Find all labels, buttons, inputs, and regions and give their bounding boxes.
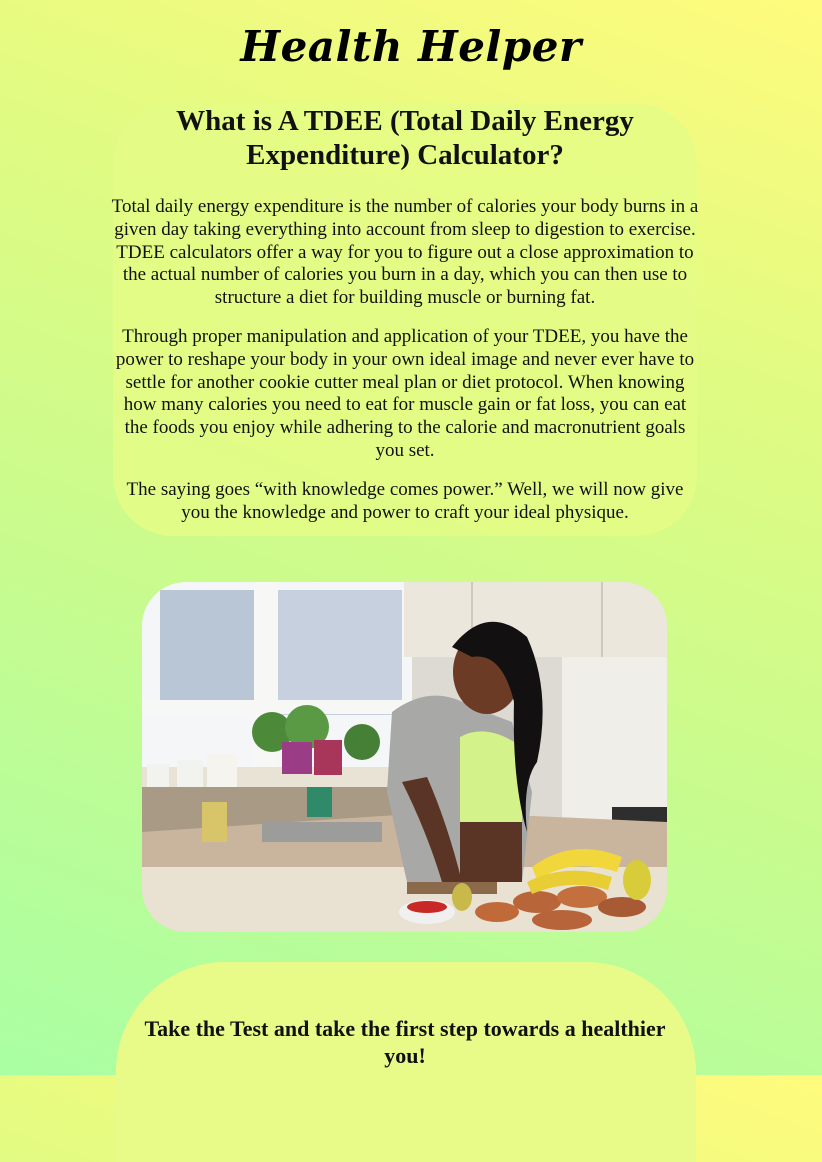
page-heading: What is A TDEE (Total Daily Energy Expen… bbox=[176, 105, 634, 171]
intro-paragraph-2: Through proper manipulation and applicat… bbox=[115, 325, 695, 461]
cta-heading[interactable]: Take the Test and take the first step to… bbox=[140, 1015, 670, 1069]
intro-paragraph-3: The saying goes “with knowledge comes po… bbox=[126, 478, 684, 523]
kitchen-scene-illustration bbox=[142, 582, 667, 932]
hero-photo bbox=[142, 582, 667, 932]
site-logo[interactable]: Health Helper bbox=[0, 22, 822, 71]
intro-section: What is A TDEE (Total Daily Energy Expen… bbox=[110, 104, 700, 524]
intro-paragraph-1: Total daily energy expenditure is the nu… bbox=[111, 196, 699, 309]
